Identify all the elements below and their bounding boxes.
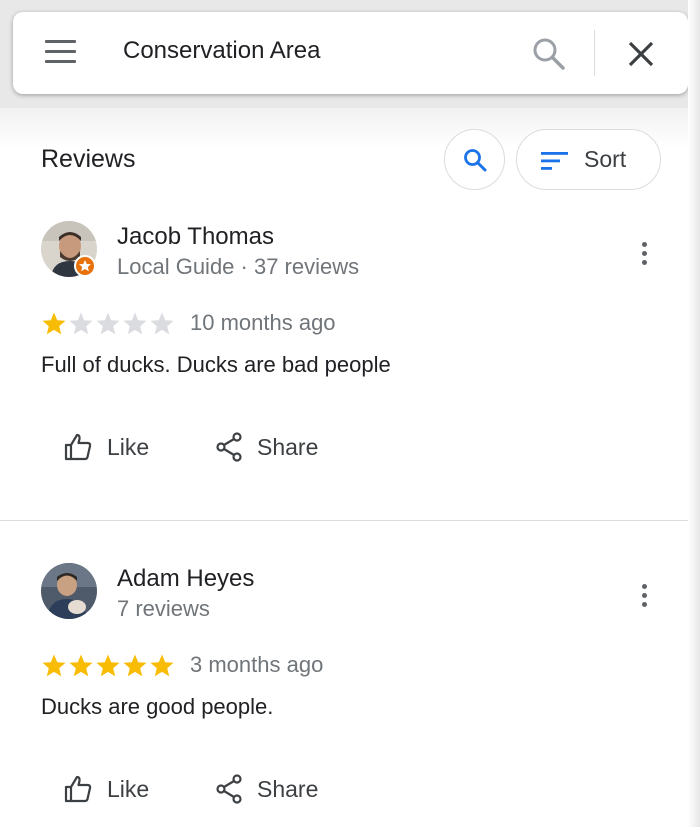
review-time: 3 months ago xyxy=(190,652,324,677)
review-text: Ducks are good people. xyxy=(41,694,274,719)
star-filled-icon xyxy=(123,654,147,677)
review-author-meta: 7 reviews xyxy=(117,596,210,621)
like-label: Like xyxy=(107,775,150,802)
star-filled-icon xyxy=(69,654,93,677)
share-button[interactable]: Share xyxy=(215,774,318,804)
scrollbar-track[interactable] xyxy=(688,0,700,827)
review-card: Adam Heyes 7 reviews 3 months ago Ducks … xyxy=(0,0,690,827)
star-filled-icon xyxy=(150,654,174,677)
star-rating xyxy=(41,653,175,679)
like-button[interactable]: Like xyxy=(63,774,149,804)
review-author[interactable]: Adam Heyes xyxy=(117,565,254,593)
more-options-icon[interactable] xyxy=(632,580,656,614)
avatar[interactable] xyxy=(41,563,97,619)
share-icon xyxy=(216,774,242,804)
star-filled-icon xyxy=(42,654,66,677)
share-label: Share xyxy=(257,775,319,802)
thumbs-up-icon xyxy=(64,775,92,803)
star-filled-icon xyxy=(96,654,120,677)
